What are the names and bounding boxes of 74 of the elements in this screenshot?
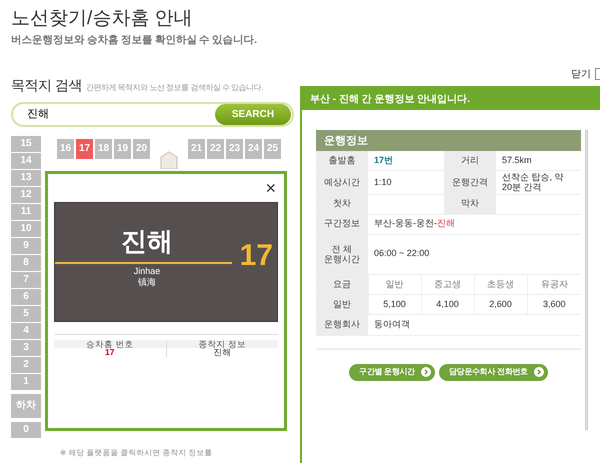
platform-button[interactable]: 12: [11, 186, 41, 203]
platform-button[interactable]: 23: [226, 138, 243, 159]
platform-button[interactable]: 0: [11, 422, 41, 438]
route-text: 진해: [437, 218, 455, 228]
table-label: 일반: [316, 294, 368, 315]
platform-button[interactable]: 10: [11, 220, 41, 237]
section-header: 운행정보: [316, 130, 581, 151]
platform-button[interactable]: 7: [11, 272, 41, 288]
platform-button[interactable]: 6: [11, 288, 41, 305]
platform-button[interactable]: 9: [11, 238, 41, 254]
table-label: 유공자: [527, 274, 581, 295]
platform-button[interactable]: 4: [11, 322, 41, 339]
section-hint: 간편하게 목적지와 노선 정보를 검색하실 수 있습니다.: [86, 82, 263, 94]
exit-platform[interactable]: 하차: [11, 394, 41, 418]
platform-button[interactable]: 24: [245, 138, 262, 159]
platform-button[interactable]: 5: [11, 306, 41, 322]
table-cell: 동아여객: [368, 315, 581, 336]
platform-button[interactable]: 14: [11, 152, 41, 169]
platform-button[interactable]: 13: [11, 170, 41, 186]
table-label: 운행간격: [444, 170, 496, 194]
platform-button[interactable]: 11: [11, 204, 41, 220]
table-label: 일반: [368, 274, 421, 295]
table-label: 운행회사: [316, 315, 368, 336]
platform-button[interactable]: 20: [133, 138, 150, 159]
platform-button[interactable]: 25: [264, 138, 281, 159]
destination-chinese: 镇海: [137, 276, 157, 288]
table-label: 구간정보: [316, 214, 368, 234]
platform-button[interactable]: 2: [11, 356, 41, 373]
platform-button[interactable]: 18: [95, 138, 112, 159]
platform-button[interactable]: 17: [76, 138, 93, 159]
table-label: 요금: [316, 274, 368, 295]
route-button[interactable]: 구간별 운행시간: [349, 364, 435, 381]
info-value: 17: [105, 348, 116, 358]
table-cell: 06:00 ~ 22:00: [368, 234, 581, 274]
table-label: 거리: [444, 150, 496, 171]
close-button[interactable]: ×: [265, 178, 276, 197]
building-icon: [160, 150, 178, 169]
platform-button[interactable]: 16: [57, 138, 74, 159]
platform-button[interactable]: 21: [188, 138, 205, 159]
platform-button[interactable]: 15: [11, 136, 41, 152]
platform-button[interactable]: 8: [11, 254, 41, 271]
platform-button[interactable]: 3: [11, 340, 41, 356]
info-label: 종착지 정보: [166, 340, 278, 348]
route-text: 부산-웅동-웅천-: [374, 218, 437, 228]
platform-button[interactable]: 19: [114, 138, 131, 159]
section-title: 목적지 검색: [11, 76, 82, 95]
route-button[interactable]: 담당운수회사 전화번호: [438, 364, 548, 381]
info-value: 진해: [213, 348, 232, 358]
table-label: 예상시간: [316, 170, 368, 194]
destination-romanized: Jinhae: [132, 266, 162, 277]
panel-header: 부산 - 진해 간 운행정보 안내입니다.: [302, 86, 600, 110]
info-label: 승차홈 번호: [54, 340, 166, 348]
destination-name: 진해: [120, 226, 174, 256]
frame-icon: [595, 68, 600, 80]
table-cell: 선착순 탑승, 약 20분 간격: [496, 170, 581, 194]
close-link[interactable]: 닫기: [571, 66, 591, 82]
table-label: 막차: [444, 194, 496, 214]
platform-button[interactable]: 22: [207, 138, 224, 159]
platform-button[interactable]: 1: [11, 374, 41, 390]
platform-number: 17: [240, 240, 273, 271]
table-label: 출발홈: [316, 150, 368, 171]
table-cell: 57.5km: [496, 150, 581, 171]
table-label: 중고생: [421, 274, 474, 295]
table-label: 전 체 운행시간: [316, 234, 368, 274]
page-title: 노선찾기/승차홈 안내: [11, 8, 193, 31]
page-subtitle: 버스운행정보와 승차홈 정보를 확인하실 수 있습니다.: [11, 32, 257, 48]
search-field[interactable]: 진해 SEARCH: [11, 102, 294, 127]
table-label: 초등생: [474, 274, 527, 295]
table-label: 첫차: [316, 194, 368, 214]
table-cell: 2,600: [474, 294, 527, 315]
table-cell: 5,100: [368, 294, 421, 315]
table-cell: 3,600: [527, 294, 581, 315]
table-cell: 4,100: [421, 294, 474, 315]
search-button[interactable]: SEARCH: [215, 104, 291, 125]
